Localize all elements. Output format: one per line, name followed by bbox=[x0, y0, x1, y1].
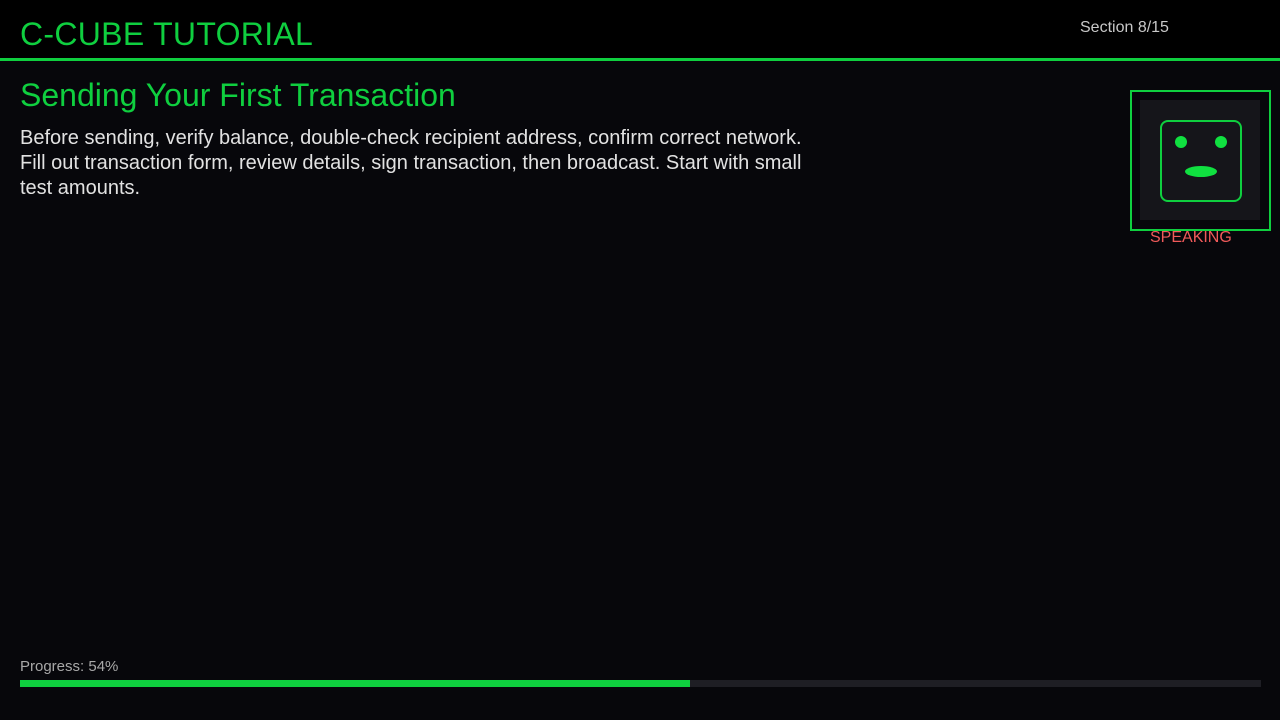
progress-bar-fill bbox=[20, 680, 691, 687]
robot-face-icon bbox=[1160, 120, 1242, 202]
lesson-body: Before sending, verify balance, double-c… bbox=[20, 127, 802, 199]
section-counter: Section 8/15 bbox=[1080, 19, 1169, 36]
right-eye bbox=[1215, 136, 1227, 148]
lesson-title: Sending Your First Transaction bbox=[20, 77, 456, 113]
mouth bbox=[1185, 166, 1217, 177]
avatar-background bbox=[1140, 100, 1260, 220]
progress-bar bbox=[20, 680, 1261, 687]
progress-label: Progress: 54% bbox=[20, 658, 119, 675]
avatar-panel bbox=[1130, 90, 1271, 231]
app-title: C-CUBE TUTORIAL bbox=[20, 16, 314, 52]
speaking-status: SPEAKING bbox=[1150, 229, 1232, 246]
left-eye bbox=[1175, 136, 1187, 148]
tutorial-screen: C-CUBE TUTORIAL Section 8/15 Sending You… bbox=[0, 0, 1280, 720]
header-bar: C-CUBE TUTORIAL Section 8/15 bbox=[0, 0, 1280, 61]
